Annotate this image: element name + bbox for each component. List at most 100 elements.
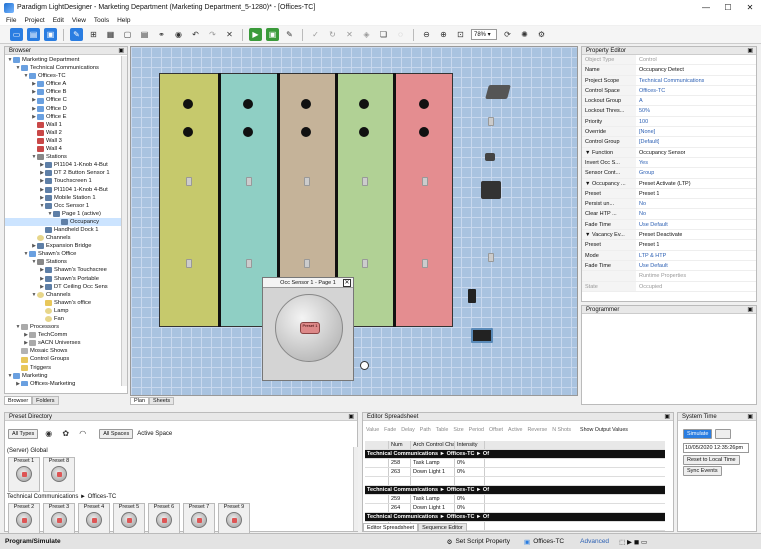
filter-reverse[interactable]: Reverse xyxy=(527,427,547,433)
tree-item[interactable]: Handheld Dock 1 xyxy=(5,226,123,234)
property-value[interactable]: Control xyxy=(636,55,657,64)
task-lamp-icon[interactable] xyxy=(243,127,253,137)
advanced-link[interactable]: Advanced xyxy=(580,538,609,545)
property-value[interactable]: Occupancy Detect xyxy=(636,65,684,74)
property-row[interactable]: Preset Preset 1 xyxy=(582,240,756,251)
tree-item[interactable]: ▶ Office B xyxy=(5,88,123,96)
filter-period[interactable]: Period xyxy=(469,427,484,433)
tree-item[interactable]: ▼ Technical Communications xyxy=(5,64,123,72)
touchscreen-icon[interactable] xyxy=(471,328,493,343)
tree-item[interactable]: ▼ Offices-TC xyxy=(5,72,123,80)
tree-item[interactable]: ▶ PI1104 1-Knob 4-But xyxy=(5,186,123,194)
layers-icon[interactable]: ▤ xyxy=(138,28,151,41)
table-row[interactable]: 259 Task Lamp 0% xyxy=(365,495,665,504)
property-value[interactable]: Offices-TC xyxy=(636,86,665,95)
sync-events-button[interactable]: Sync Events xyxy=(683,466,722,476)
tree-item[interactable]: Wall 2 xyxy=(5,129,123,137)
tree-item[interactable]: Fan xyxy=(5,315,123,323)
column-header[interactable]: Num xyxy=(389,441,411,449)
table-cell[interactable]: Down Light 1 xyxy=(411,504,455,512)
cube-icon[interactable]: ◈ xyxy=(360,28,373,41)
keypad-icon[interactable] xyxy=(362,259,368,268)
mobile-station-icon[interactable] xyxy=(468,289,476,303)
tree-item[interactable]: ▶ Office D xyxy=(5,105,123,113)
property-value[interactable]: 50% xyxy=(636,106,650,115)
table-cell[interactable]: 264 xyxy=(389,504,411,512)
keypad-icon[interactable] xyxy=(186,177,192,186)
wall-1[interactable] xyxy=(218,73,221,327)
tree-item[interactable]: Wall 1 xyxy=(5,121,123,129)
filter-active[interactable]: Active xyxy=(508,427,522,433)
property-value[interactable]: Preset 1 xyxy=(636,189,659,198)
datetime-field[interactable]: 10/05/2020 12:35:26pm xyxy=(683,443,749,453)
table-cell[interactable] xyxy=(365,504,389,512)
property-row[interactable]: Control Space Offices-TC xyxy=(582,85,756,97)
simulate-button[interactable]: Simulate xyxy=(683,429,713,439)
menu-edit[interactable]: Edit xyxy=(53,17,64,24)
property-value[interactable]: Preset Activate (LTP) xyxy=(636,179,691,188)
simulate-toggle[interactable] xyxy=(715,429,732,439)
keypad-icon[interactable] xyxy=(304,259,310,268)
table-cell[interactable]: 0% xyxy=(455,459,485,467)
group-band[interactable]: Technical Communications ► Offices-TC ► … xyxy=(365,513,665,522)
group-band[interactable]: Technical Communications ► Offices-TC ► … xyxy=(365,486,665,495)
tree-item[interactable]: Control Groups xyxy=(5,355,123,363)
table-cell[interactable] xyxy=(365,459,389,467)
task-lamp-icon[interactable] xyxy=(301,127,311,137)
refresh-icon[interactable]: ↻ xyxy=(326,28,339,41)
column-header[interactable]: Intensity xyxy=(455,441,485,449)
tree-item[interactable]: ▶ Office E xyxy=(5,113,123,121)
tab-sequence-editor[interactable]: Sequence Editor xyxy=(418,523,467,532)
tree-item[interactable]: ▶ TechComm xyxy=(5,331,123,339)
keypad-icon[interactable] xyxy=(246,177,252,186)
link-icon[interactable]: ⚭ xyxy=(155,28,168,41)
pin-icon[interactable]: ▣ xyxy=(348,413,354,420)
downlight-icon[interactable] xyxy=(183,99,193,109)
bulb-filter-icon[interactable]: ◉ xyxy=(42,427,55,440)
property-row[interactable]: Name Occupancy Detect xyxy=(582,65,756,76)
tab-sheets[interactable]: Sheets xyxy=(149,397,175,405)
fixture-icon[interactable]: ◉ xyxy=(172,28,185,41)
property-row[interactable]: Fade Time Use Default xyxy=(582,260,756,272)
tree-item[interactable]: ▶ Office C xyxy=(5,96,123,104)
preset-scrollbar[interactable] xyxy=(353,447,358,531)
tab-folders[interactable]: Folders xyxy=(32,396,59,405)
filter-n-shots[interactable]: N Shots xyxy=(552,427,571,433)
headphones-filter-icon[interactable]: ◠ xyxy=(76,427,89,440)
plan-canvas[interactable] xyxy=(130,46,578,396)
keypad-icon[interactable] xyxy=(362,177,368,186)
property-row[interactable]: State Occupied xyxy=(582,281,756,292)
column-header[interactable] xyxy=(365,441,389,449)
tree-item[interactable]: ▼ Stations xyxy=(5,258,123,266)
property-row[interactable]: Persist un... No xyxy=(582,199,756,210)
pin-icon[interactable]: ▣ xyxy=(747,306,753,313)
edit-box-icon[interactable]: ✎ xyxy=(283,28,296,41)
check-icon[interactable]: ✓ xyxy=(309,28,322,41)
task-lamp-icon[interactable] xyxy=(419,127,429,137)
keypad-icon[interactable] xyxy=(422,259,428,268)
preset-button[interactable]: Preset 1 xyxy=(300,322,320,334)
property-row[interactable]: Lockout Thres... 50% xyxy=(582,106,756,117)
table-row[interactable]: 264 Down Light 1 0% xyxy=(365,504,665,513)
stack-icon[interactable]: ❏ xyxy=(377,28,390,41)
table-cell[interactable] xyxy=(365,495,389,503)
maximize-button[interactable]: ☐ xyxy=(717,0,739,15)
property-value[interactable]: Preset 1 xyxy=(636,240,659,249)
filter-size[interactable]: Size xyxy=(453,427,463,433)
tree-item[interactable]: ▶ DT 2 Button Sensor 1 xyxy=(5,169,123,177)
property-value[interactable]: [Default] xyxy=(636,137,659,146)
table-cell[interactable]: 0% xyxy=(455,504,485,512)
table-cell[interactable] xyxy=(455,477,485,485)
occ-sensor-icon[interactable] xyxy=(360,361,369,370)
property-value[interactable]: Preset Deactivate xyxy=(636,230,682,239)
property-value[interactable]: Occupied xyxy=(636,282,662,291)
tab-browser[interactable]: Browser xyxy=(4,396,33,405)
property-value[interactable]: Technical Communications xyxy=(636,76,704,85)
property-row[interactable]: Mode LTP & HTP xyxy=(582,250,756,261)
property-row[interactable]: Project Scope Technical Communications xyxy=(582,75,756,86)
tree-item[interactable]: ▼ Marketing xyxy=(5,372,123,380)
downlight-icon[interactable] xyxy=(301,99,311,109)
tree-item[interactable]: ▼ Shawn's Office xyxy=(5,250,123,258)
wall-4[interactable] xyxy=(393,73,396,327)
property-row[interactable]: Fade Time Use Default xyxy=(582,219,756,231)
